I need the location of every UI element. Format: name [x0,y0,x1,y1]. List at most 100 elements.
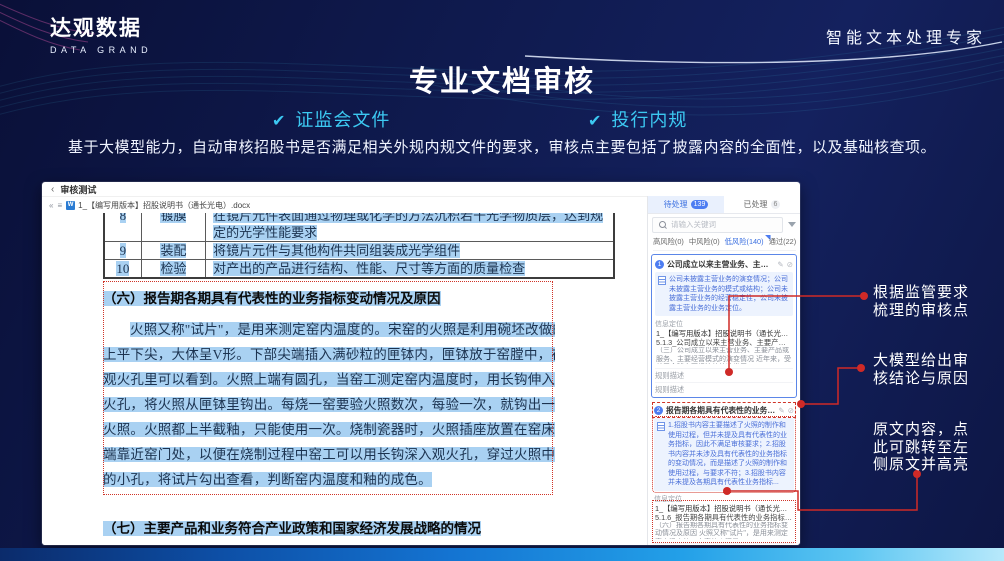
: 对产出的产品进行结构、性能、尺寸等方面的质量检查 [213,261,525,276]
: 的小孔，将试片勾出查看，判断窑内温度和釉的成色。 [103,472,432,487]
edit-icon[interactable]: ✎ [778,406,784,415]
page-title: 专业文档审核 [0,58,1004,100]
: 观火孔里可以看到。火照上端有圆孔，当窑工测定窑内温度时，用长钩伸入观 [103,372,555,387]
source-doc-name[interactable]: 1_【编写用版本】招股说明书（通长光电）.docx [656,329,792,338]
rule-desc-row[interactable]: 规则描述 [655,382,793,394]
: 镀膜 [160,213,186,223]
annotation-line: 梳理的审核点 [866,302,976,320]
annotation-line: 侧原文并高亮 [866,456,976,474]
card-list: 1公司成立以来主营业务、主要产品或服务、主要...✎⊘公司未披露主营业务的演变情… [648,251,800,545]
app-titlebar: ‹ 审核测试 [42,182,800,197]
paragraph-line: 观火孔里可以看到。火照上端有圆孔，当窑工测定窑内温度时，用长钩伸入观 [103,367,555,392]
ai-result-box: 1.招股书内容主要描述了火照的制作和使用过程，但并未提及具有代表性的业务指标，因… [654,418,794,491]
: 检验 [160,261,186,276]
ai-result-box: 公司未披露主营业务的演变情况；公司未披露主营业务的模式或结构；公司未披露主营业务… [655,272,793,316]
source-section-link[interactable]: 5.1.6_报告期各期具有代表性的业务指标变动情况及原因 [655,513,793,522]
review-card[interactable]: 2报告期各期具有代表性的业务指标变动情况及原因✎⊘1.招股书内容主要描述了火照的… [651,401,797,545]
card-title-row[interactable]: 2报告期各期具有代表性的业务指标变动情况及原因✎⊘ [654,404,794,416]
source-block[interactable]: 1_【编写用版本】招股说明书（通长光电）.docx5.1.3_公司成立以来主营业… [655,327,793,366]
risk-chip[interactable]: 高风险(0) [653,237,684,247]
menu-icon[interactable]: ≡ [57,201,62,210]
table-desc-line: 在镜片元件表面通过物理或化学的方法沉积若干光学物质层，达到规 [213,213,613,224]
annotation-line: 根据监管要求 [866,284,976,302]
: 上平下尖，大体呈V形。下部尖端插入满砂粒的匣钵内，匣钵放于窑膛中，在 [103,347,555,362]
source-block[interactable]: 1_【编写用版本】招股说明书（通长光电）.docx5.1.6_报告期各期具有代表… [654,502,794,541]
table-cell-desc: 对产出的产品进行结构、性能、尺寸等方面的质量检查 [206,260,614,279]
table-cell-name: 镀膜 [141,213,205,242]
risk-chip[interactable]: 低风险(140) [725,237,764,247]
table-cell-name: 装配 [141,242,205,260]
doc-badge-icon [657,422,665,431]
source-excerpt[interactable]: （六）报告期各期具有代表性的业务指标变动情况及原因 火照又称"试片"，是用来测定… [655,522,793,539]
panel-tab-done[interactable]: 已处理6 [724,196,800,213]
info-locate-label: 信息定位 [654,494,794,502]
edit-icon[interactable]: ✎ [777,260,783,269]
search-input[interactable] [669,219,773,230]
: 火孔，将火照从匣钵里钩出。每烧一窑要验火照数次，每验一次，就钩出一个 [103,397,555,412]
panel-tab-label: 待处理 [664,199,688,210]
source-doc-name[interactable]: 1_【编写用版本】招股说明书（通长光电）.docx [655,504,793,513]
brand-tagline: 智能文本处理专家 [826,24,986,48]
feature-bullet-label: 投行内规 [611,110,687,130]
check-icon: ✔ [272,113,286,130]
bullet-row: ✔ 证监会文件 ✔ 投行内规 [0,106,1004,130]
bottom-accent-bar [0,548,1004,561]
card-index-badge: 1 [655,260,664,269]
table-cell-desc: 在镜片元件表面通过物理或化学的方法沉积若干光学物质层，达到规定的光学性能要求 [206,213,614,242]
feature-bullet: ✔ 投行内规 [588,106,687,132]
annotation-line: 大模型给出审 [866,352,976,370]
document-viewer: 8 镀膜 在镜片元件表面通过物理或化学的方法沉积若干光学物质层，达到规定的光学性能要… [42,213,648,545]
connector-line-2 [801,368,861,404]
table-row: 8 镀膜 在镜片元件表面通过物理或化学的方法沉积若干光学物质层，达到规定的光学性能要… [104,213,614,242]
feature-bullet: ✔ 证监会文件 [272,106,390,132]
: 10 [116,261,129,276]
review-app-window: ‹ 审核测试 « ≡ W 1_【编写用版本】招股说明书（通长光电）.docx —… [42,182,800,545]
card-title-row[interactable]: 1公司成立以来主营业务、主要产品或服务、主要...✎ ⊘ [655,258,793,270]
review-panel: 待处理139已处理6 高风险(0)中风险(0)低风险(140)通过(22) 1公… [647,196,800,545]
brand-logo-en: DATA GRAND [50,45,152,55]
dismiss-icon[interactable]: ⊘ [788,406,794,415]
table-desc-line: 对产出的产品进行结构、性能、尺寸等方面的质量检查 [213,260,613,277]
table-cell-num: 9 [104,242,141,260]
risk-filter-chips: 高风险(0) 中风险(0) 低风险(140) 通过(22) [653,236,796,251]
search-box[interactable] [652,217,783,233]
search-icon [659,221,666,228]
rule-desc-row[interactable]: 规则描述 [654,543,794,546]
process-table-body: 8 镀膜 在镜片元件表面通过物理或化学的方法沉积若干光学物质层，达到规定的光学性能要… [104,213,614,278]
slide-root: 达观数据 DATA GRAND 智能文本处理专家 专业文档审核 ✔ 证监会文件 ✔ 投… [0,0,1004,561]
: 端靠近窑门处，以便在烧制过程中窑工可以用长钩深入观火孔，穿过火照中间 [103,447,555,462]
card-title-text: 公司成立以来主营业务、主要产品或服务、主要... [667,259,774,270]
paragraph-line: 火孔，将火照从匣钵里钩出。每烧一窑要验火照数次，每验一次，就钩出一个 [103,392,555,417]
panel-tabs: 待处理139已处理6 [648,196,800,214]
review-card[interactable]: 1公司成立以来主营业务、主要产品或服务、主要...✎ ⊘ 公司未披露主营业务的演变情… [651,254,797,398]
annotation-review-points: 根据监管要求梳理的审核点 [866,284,976,319]
table-row: 10 检验 对产出的产品进行结构、性能、尺寸等方面的质量检查 [104,260,614,279]
paragraph-line: 火照又称"试片"，是用来测定窑内温度的。宋窑的火照是利用碗坯改做的， [103,317,555,342]
feature-bullet-label: 证监会文件 [295,110,390,130]
section7-heading: （七）主要产品和业务符合产业政策和国家经济发展战略的情况 [103,521,648,536]
filter-icon[interactable] [788,222,796,227]
back-icon[interactable]: ‹ [51,184,54,195]
collapse-icon[interactable]: « [49,201,53,210]
table-cell-num: 10 [104,260,141,279]
table-desc-line: 定的光学性能要求 [213,224,613,241]
annotation-source-jump: 原文内容，点此可跳转至左侧原文并高亮 [866,421,976,474]
risk-chip[interactable]: 通过(22) [769,237,797,247]
risk-chip[interactable]: 中风险(0) [689,237,720,247]
paragraph-line: 上平下尖，大体呈V形。下部尖端插入满砂粒的匣钵内，匣钵放于窑膛中，在 [103,342,555,367]
check-icon: ✔ [588,113,602,130]
: 火照又称"试片"，是用来测定窑内温度的。宋窑的火照是利用碗坯改做的， [130,322,555,337]
brand-logo: 达观数据 DATA GRAND [50,12,152,55]
rule-desc-row[interactable]: 规则描述 [655,368,793,380]
panel-tab-pending[interactable]: 待处理139 [648,196,724,213]
source-section-link[interactable]: 5.1.3_公司成立以来主营业务、主要产品或服务、主要经... [656,338,792,347]
panel-search-row [652,217,796,232]
table-cell-num: 8 [104,213,141,242]
dismiss-icon[interactable]: ⊘ [787,260,793,269]
document-tab-name[interactable]: 1_【编写用版本】招股说明书（通长光电）.docx [78,200,250,211]
section6-paragraph: 火照又称"试片"，是用来测定窑内温度的。宋窑的火照是利用碗坯改做的， 上平下尖，大… [103,317,555,492]
card-title-text: 报告期各期具有代表性的业务指标变动情况及原因 [666,405,775,416]
: 9 [120,243,127,258]
source-excerpt[interactable]: （三）公司成立以来主营业务、主要产品或服务、主要经营模式的演变情况 近年来，受益… [656,347,792,364]
table-cell-name: 检验 [141,260,205,279]
